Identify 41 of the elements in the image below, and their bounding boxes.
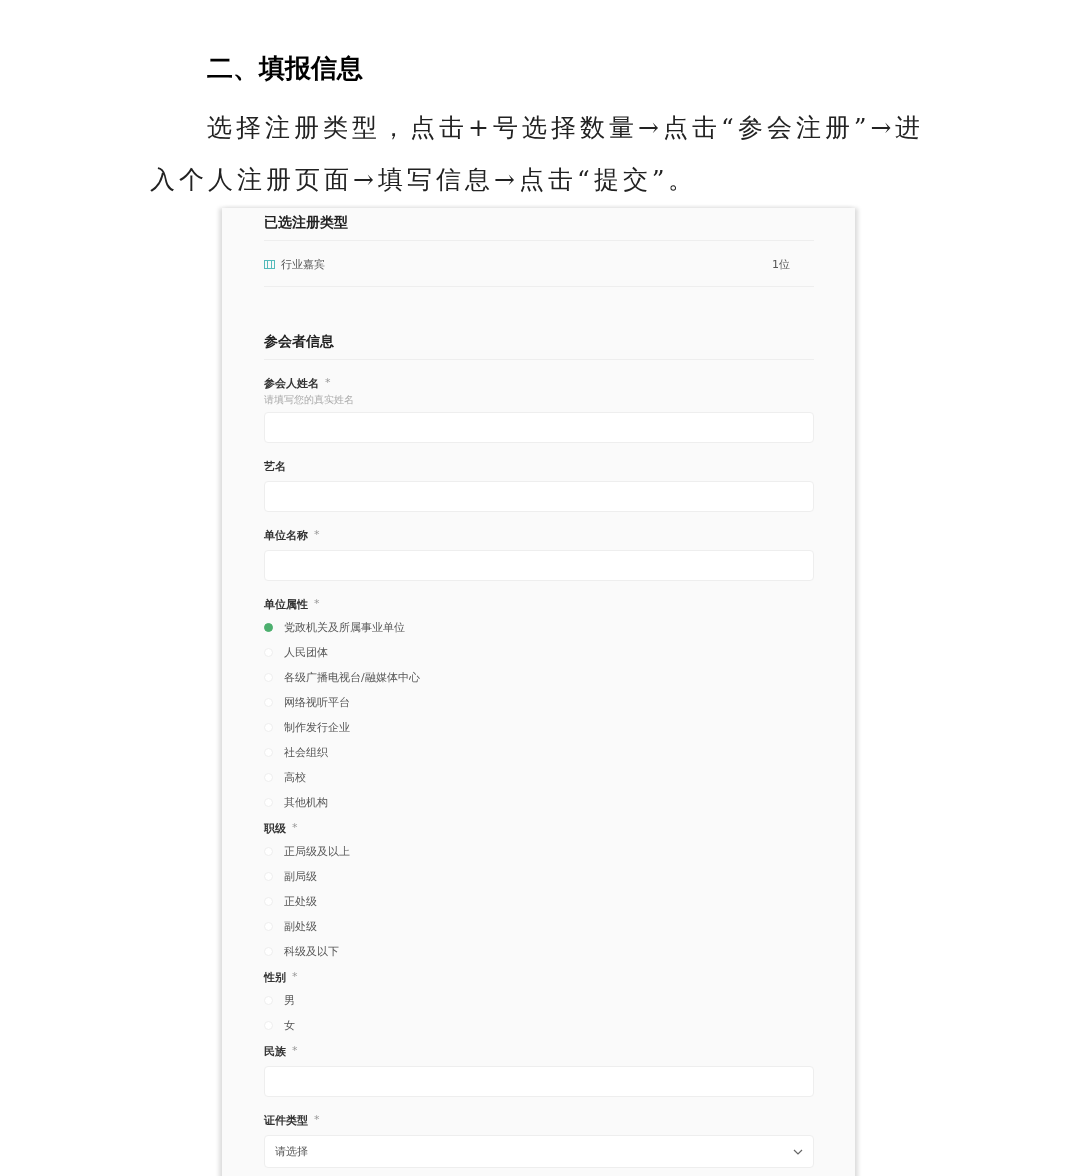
- radio-option[interactable]: 高校: [264, 765, 814, 790]
- field-label: 职级: [264, 821, 286, 836]
- radio-option[interactable]: 其他机构: [264, 790, 814, 815]
- quantity: 1位: [772, 257, 790, 272]
- required-mark: *: [292, 970, 298, 985]
- registration-type: 行业嘉宾: [281, 257, 326, 272]
- section-heading: 二、填报信息: [207, 52, 364, 85]
- field-label: 证件类型: [264, 1113, 308, 1128]
- radio-option[interactable]: 党政机关及所属事业单位: [264, 615, 814, 640]
- field-label: 参会人姓名: [264, 376, 319, 391]
- required-mark: *: [325, 376, 331, 391]
- section-title: 参会者信息: [264, 333, 814, 360]
- radio-option[interactable]: 制作发行企业: [264, 715, 814, 740]
- required-mark: *: [314, 597, 320, 612]
- section-title: 已选注册类型: [264, 214, 814, 241]
- field-label: 单位名称: [264, 528, 308, 543]
- field-label: 民族: [264, 1044, 286, 1059]
- radio-option[interactable]: 各级广播电视台/融媒体中心: [264, 665, 814, 690]
- required-mark: *: [314, 1113, 320, 1128]
- radio-option[interactable]: 副局级: [264, 864, 814, 889]
- required-mark: *: [292, 821, 298, 836]
- select-field[interactable]: 请选择: [264, 1135, 814, 1168]
- radio-option[interactable]: 正处级: [264, 889, 814, 914]
- ticket-icon: [264, 260, 275, 269]
- required-mark: *: [292, 1044, 298, 1059]
- radio-option[interactable]: 男: [264, 988, 814, 1013]
- field-label: 艺名: [264, 459, 286, 474]
- radio-option[interactable]: 社会组织: [264, 740, 814, 765]
- field-label: 单位属性: [264, 597, 308, 612]
- radio-option[interactable]: 网络视听平台: [264, 690, 814, 715]
- radio-option[interactable]: 女: [264, 1013, 814, 1038]
- radio-option[interactable]: 正局级及以上: [264, 839, 814, 864]
- instruction-text: 选择注册类型，点击+号选择数量→点击“参会注册”→进入个人注册页面→填写信息→点击“提交”。: [150, 112, 926, 196]
- required-mark: *: [314, 528, 320, 543]
- radio-option[interactable]: 科级及以下: [264, 939, 814, 964]
- radio-option[interactable]: 副处级: [264, 914, 814, 939]
- field-hint: 请填写您的真实姓名: [264, 394, 355, 407]
- chevron-down-icon: [793, 1148, 803, 1155]
- radio-button[interactable]: [264, 623, 273, 632]
- radio-option[interactable]: 人民团体: [264, 640, 814, 665]
- field-label: 性别: [264, 970, 286, 985]
